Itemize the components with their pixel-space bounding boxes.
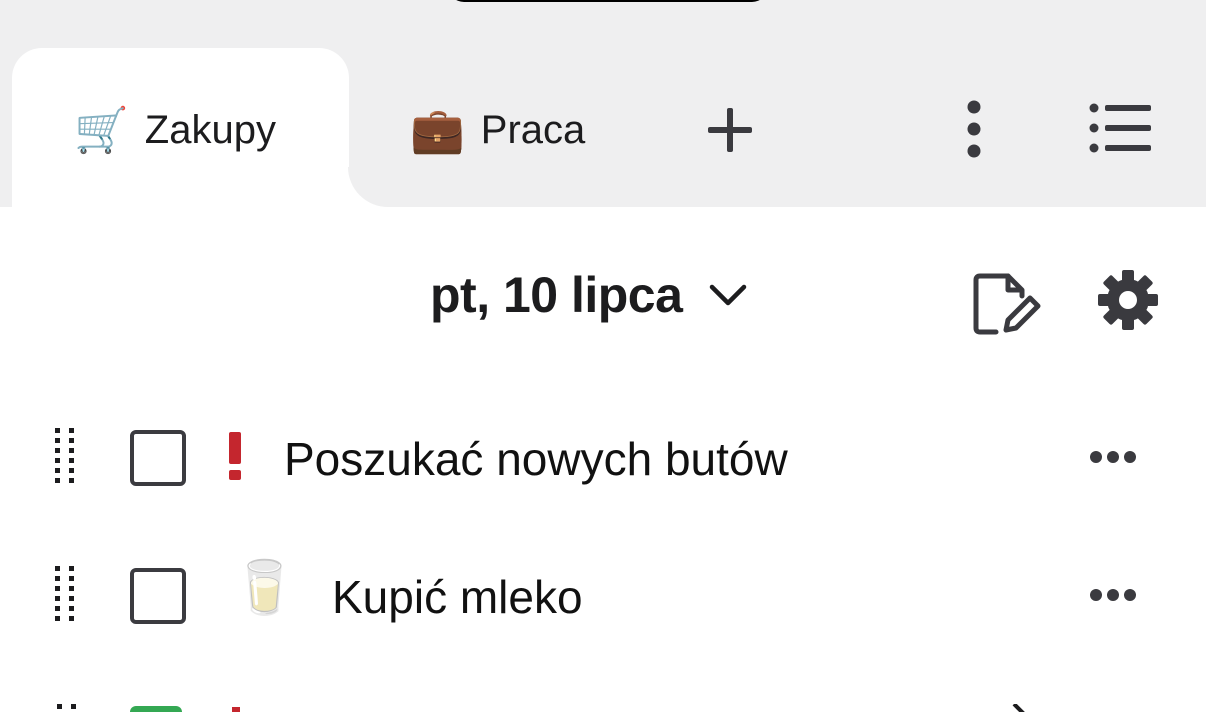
task-row-partial: [0, 690, 1206, 712]
more-vertical-icon: [967, 100, 981, 158]
priority-icon: [229, 432, 241, 480]
task-title[interactable]: Kupić mleko: [332, 570, 583, 624]
device-notch: [448, 0, 768, 2]
more-horizontal-icon[interactable]: [1088, 587, 1138, 603]
plus-icon: [708, 108, 752, 152]
chevron-down-icon: [710, 284, 747, 306]
more-horizontal-icon[interactable]: [1088, 449, 1138, 465]
drag-handle-icon[interactable]: [54, 566, 76, 622]
gear-icon: [1098, 270, 1158, 330]
tab-label: Praca: [480, 108, 586, 152]
tab-label: Zakupy: [144, 108, 276, 152]
lists-menu-button[interactable]: [1088, 100, 1152, 156]
task-checkbox[interactable]: [130, 430, 186, 486]
drag-handle-icon[interactable]: [54, 428, 76, 484]
task-checkbox[interactable]: [130, 568, 186, 624]
chevron-icon[interactable]: [1012, 704, 1028, 712]
edit-document-icon: [973, 273, 1041, 335]
settings-button[interactable]: [1096, 268, 1160, 332]
drag-handle-icon[interactable]: [56, 704, 78, 712]
task-title[interactable]: Poszukać nowych butów: [284, 432, 788, 486]
current-date: pt, 10 lipca: [430, 267, 683, 323]
shopping-cart-icon: 🛒: [74, 105, 129, 155]
briefcase-icon: 💼: [410, 105, 465, 155]
priority-icon: [232, 707, 240, 712]
edit-note-button[interactable]: [972, 272, 1044, 336]
milk-glass-icon: 🥛: [232, 559, 297, 617]
active-tab-flare: [348, 167, 388, 207]
tab-praca[interactable]: 💼 Praca: [410, 108, 585, 153]
task-row: Poszukać nowych butów: [0, 406, 1206, 506]
task-row: 🥛 Kupić mleko: [0, 544, 1206, 644]
add-tab-button[interactable]: [704, 104, 756, 156]
date-selector[interactable]: pt, 10 lipca: [430, 266, 748, 324]
tab-zakupy[interactable]: 🛒 Zakupy: [74, 108, 276, 153]
list-icon: [1089, 103, 1151, 153]
more-options-button[interactable]: [958, 100, 990, 158]
task-checkbox-checked[interactable]: [130, 706, 182, 712]
